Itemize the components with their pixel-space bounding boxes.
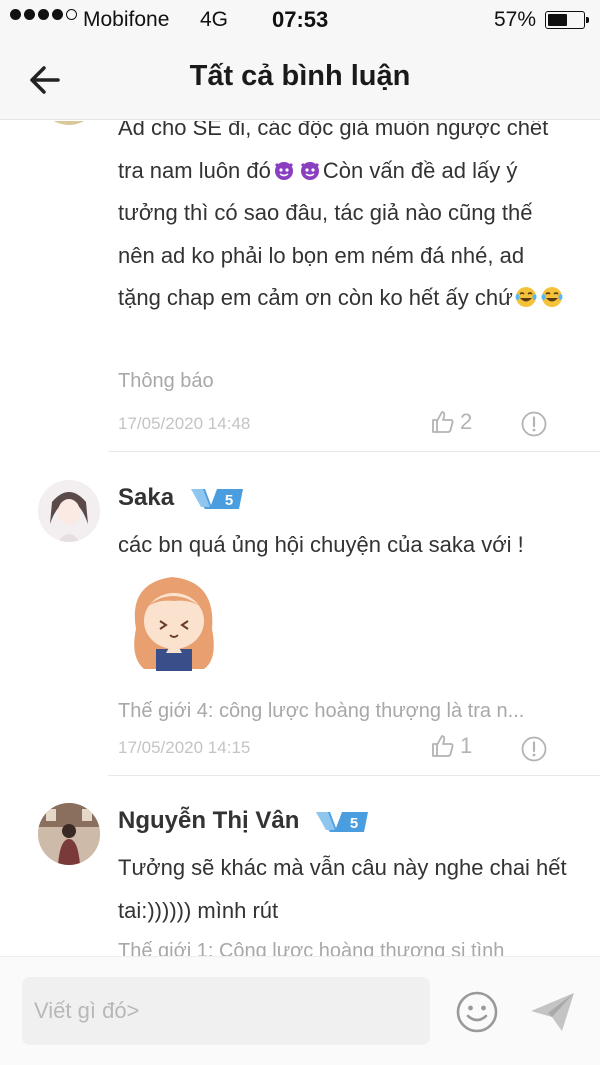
- level-badge-icon: 5: [316, 811, 369, 832]
- comment-list[interactable]: Ad cho SE đi, các độc giả muốn ngược chế…: [0, 121, 600, 956]
- comment-input-bar: [0, 956, 600, 1065]
- comment-timestamp: 17/05/2020 14:15: [118, 738, 251, 757]
- battery-percent: 57%: [494, 8, 537, 31]
- comment-text: các bn quá ủng hội chuyện của saka với !: [118, 532, 524, 557]
- send-icon[interactable]: [528, 989, 578, 1035]
- comment-input[interactable]: [22, 977, 430, 1045]
- avatar[interactable]: [38, 121, 100, 125]
- avatar[interactable]: [38, 803, 100, 865]
- username[interactable]: Saka 5: [118, 484, 245, 512]
- avatar[interactable]: [38, 480, 100, 542]
- level-badge-icon: 5: [190, 488, 243, 509]
- laughing-tears-emoji-icon: [541, 287, 563, 307]
- svg-text:5: 5: [225, 492, 233, 509]
- like-count: 1: [460, 733, 473, 758]
- devil-emoji-icon: [274, 161, 293, 180]
- svg-text:5: 5: [350, 815, 358, 832]
- avatar-image: [38, 480, 100, 542]
- page-title: Tất cả bình luận: [189, 60, 411, 92]
- carrier-name: Mobifone: [83, 8, 170, 31]
- like-button[interactable]: 1: [430, 733, 472, 759]
- emoji-icon[interactable]: [454, 989, 500, 1035]
- comment-text: Ad cho SE đi, các độc giả muốn ngược chế…: [118, 121, 568, 320]
- network-type: 4G: [200, 8, 229, 31]
- like-count: 2: [460, 409, 473, 434]
- thumbs-up-icon: [432, 735, 454, 757]
- report-icon[interactable]: [520, 410, 548, 438]
- story-source-link[interactable]: Thế giới 1: Công lược hoàng thượng si tì…: [118, 940, 563, 956]
- comment-text: Tưởng sẽ khác mà vẫn câu này nghe chai h…: [118, 855, 567, 923]
- avatar-image: [38, 803, 100, 865]
- nav-bar: Tất cả bình luận: [0, 40, 600, 120]
- like-button[interactable]: 2: [430, 409, 472, 435]
- sticker-image[interactable]: [122, 569, 226, 673]
- divider: [108, 775, 600, 776]
- story-source-link[interactable]: Thế giới 4: công lược hoàng thượng là tr…: [118, 700, 563, 723]
- thumbs-up-icon: [432, 411, 454, 433]
- report-icon[interactable]: [520, 735, 548, 763]
- comment-timestamp: 17/05/2020 14:48: [118, 414, 251, 433]
- clock: 07:53: [272, 7, 329, 32]
- divider: [108, 451, 600, 452]
- signal-strength-icon: [10, 9, 77, 20]
- battery-icon: [545, 11, 589, 29]
- status-bar: Mobifone 4G 07:53 57%: [0, 0, 600, 40]
- devil-emoji-icon: [300, 161, 319, 180]
- laughing-tears-emoji-icon: [515, 287, 537, 307]
- username[interactable]: Nguyễn Thị Vân 5: [118, 807, 370, 835]
- story-source-link[interactable]: Thông báo: [118, 370, 563, 393]
